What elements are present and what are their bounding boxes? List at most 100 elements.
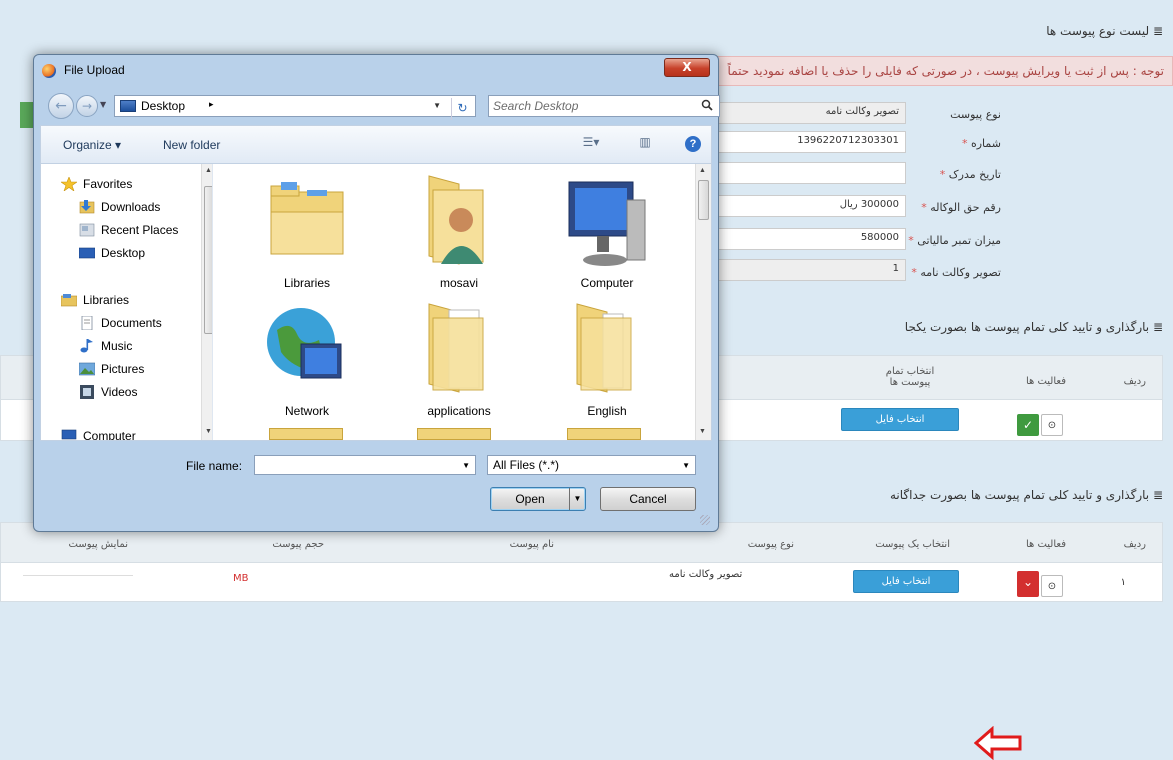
th-row-number: ردیف [1123, 539, 1146, 550]
folder-icon [417, 428, 491, 440]
scroll-up-arrow-icon[interactable]: ▲ [205, 167, 212, 174]
scroll-down-arrow-icon[interactable]: ▼ [699, 428, 706, 435]
address-row: ← → ▼ Desktop ▸ ▼ ↻ [42, 93, 720, 120]
pictures-icon [79, 362, 95, 376]
th-size: حجم پیوست [272, 539, 324, 550]
dialog-footer: File name: ▼ All Files (*.*) ▼ Open ▼ Ca… [40, 441, 712, 527]
section-title-separate-upload: ≣ بارگذاری و تایید کلی تمام پیوست ها بصو… [889, 488, 1163, 502]
file-name-dropdown-icon[interactable]: ▼ [462, 461, 470, 470]
scroll-down-arrow-icon[interactable]: ▼ [205, 428, 212, 435]
file-list-scroll-thumb[interactable] [698, 180, 709, 220]
close-button[interactable]: X [664, 58, 710, 77]
refresh-button[interactable]: ↻ [451, 98, 473, 120]
upload-icon[interactable]: ⊙ [1041, 414, 1063, 436]
row-index: ۱ [1120, 577, 1126, 588]
file-upload-dialog: File Upload X ← → ▼ Desktop ▸ ▼ ↻ Organi… [33, 54, 720, 532]
file-list: Libraries mosavi Computer Network applic… [217, 164, 697, 440]
star-icon [61, 177, 77, 191]
section-title-bulk-upload: ≣ بارگذاری و تایید کلی تمام پیوست ها بصو… [904, 320, 1163, 334]
th-activities: فعالیت ها [1025, 539, 1066, 550]
red-arrow-icon [974, 726, 1022, 760]
file-type-filter-value: All Files (*.*) [493, 458, 560, 472]
sidebar-scroll-thumb[interactable] [204, 186, 212, 334]
select-file-all-button[interactable]: انتخاب فایل [841, 408, 959, 431]
th-preview: نمایش پیوست [68, 539, 129, 550]
dialog-toolbar: Organize ▾ New folder ☰▾ ▥ ? [40, 125, 712, 163]
approve-icon[interactable]: ✓ [1017, 414, 1039, 436]
sidebar-scrollbar[interactable]: ▲ ▼ [201, 164, 212, 440]
form-input-image-count[interactable]: 1 [718, 259, 906, 281]
address-location[interactable]: Desktop [141, 99, 185, 113]
recent-locations-dropdown[interactable]: ▼ [100, 100, 106, 109]
file-item-computer[interactable]: Computer [537, 172, 677, 302]
folder-icon [428, 303, 484, 393]
search-icon[interactable] [701, 99, 713, 111]
form-label-fee: رقم حق الوکاله * [921, 201, 1001, 214]
computer-icon [61, 429, 77, 440]
forward-button[interactable]: → [76, 95, 98, 117]
row-size: MB [233, 573, 249, 584]
th-activities: فعالیت ها [1025, 376, 1066, 387]
section-title-attachment-types: ≣ لیست نوع پیوست ها [1046, 24, 1163, 38]
file-name-input[interactable] [258, 457, 454, 473]
form-input-fee[interactable]: 300000 ریال [718, 195, 906, 217]
notice-alert: توجه : پس از ثبت یا ویرایش پیوست ، در صو… [700, 56, 1173, 86]
file-browser: Favorites Downloads Recent Places Deskto… [40, 163, 712, 441]
file-type-dropdown-icon[interactable]: ▼ [682, 461, 690, 470]
file-name-field[interactable]: ▼ [254, 455, 476, 475]
videos-icon [80, 385, 94, 399]
open-options-dropdown-icon[interactable]: ▼ [569, 488, 585, 510]
form-label-date: تاریخ مدرک * [939, 168, 1001, 181]
form-input-date[interactable] [718, 162, 906, 184]
upload-icon[interactable]: ⊙ [1041, 575, 1063, 597]
user-folder-icon [428, 175, 484, 265]
resize-grip-icon[interactable] [700, 515, 710, 525]
scroll-up-arrow-icon[interactable]: ▲ [699, 167, 706, 174]
dialog-titlebar[interactable]: File Upload X [34, 55, 718, 85]
form-input-stamp[interactable]: 580000 [718, 228, 906, 250]
file-item-mosavi[interactable]: mosavi [389, 172, 529, 302]
file-item-network[interactable]: Network [237, 300, 377, 430]
address-dropdown-icon[interactable]: ▼ [433, 101, 441, 110]
back-button[interactable]: ← [48, 93, 74, 119]
preview-pane-icon[interactable]: ▥ [635, 135, 655, 153]
desktop-icon [79, 247, 95, 259]
new-folder-button[interactable]: New folder [163, 138, 220, 152]
file-type-filter[interactable]: All Files (*.*) ▼ [487, 455, 696, 475]
file-item-english[interactable]: English [537, 300, 677, 430]
open-button[interactable]: Open ▼ [490, 487, 586, 511]
form-input-type[interactable]: تصویر وکالت نامه [718, 102, 906, 124]
search-box[interactable] [488, 95, 720, 117]
libraries-icon [61, 294, 77, 307]
address-bar[interactable]: Desktop ▸ ▼ ↻ [114, 95, 476, 120]
dialog-title: File Upload [64, 63, 125, 77]
folder-icon [269, 428, 343, 440]
th-name: نام پیوست [509, 539, 554, 550]
preview-placeholder [23, 575, 133, 576]
th-row-number: ردیف [1123, 376, 1146, 387]
folder-icon [576, 303, 632, 393]
form-label-image-count: تصویر وکالت نامه * [911, 266, 1001, 279]
file-item-libraries[interactable]: Libraries [237, 172, 377, 302]
organize-menu[interactable]: Organize ▾ [63, 138, 121, 152]
th-select-one: انتخاب یک پیوست [875, 539, 950, 550]
th-select-all: انتخاب تمام پیوست ها [885, 366, 935, 388]
address-separator[interactable]: ▸ [209, 99, 214, 110]
documents-icon [81, 316, 93, 330]
file-item-applications[interactable]: applications [389, 300, 529, 430]
music-icon [80, 339, 93, 353]
desktop-icon [120, 100, 136, 112]
form-label-number: شماره * [961, 137, 1001, 150]
navigation-pane: Favorites Downloads Recent Places Deskto… [41, 164, 213, 440]
file-list-scrollbar[interactable]: ▲ ▼ [695, 164, 711, 440]
cancel-button[interactable]: Cancel [600, 487, 696, 511]
search-input[interactable] [493, 98, 683, 114]
recent-places-icon [79, 223, 95, 237]
help-icon[interactable]: ? [685, 136, 701, 152]
status-icon[interactable]: ⌄ [1017, 571, 1039, 597]
select-file-row-button[interactable]: انتخاب فایل [853, 570, 959, 593]
open-button-label: Open [515, 492, 545, 506]
view-options-icon[interactable]: ☰▾ [581, 135, 601, 153]
network-icon [267, 308, 342, 379]
form-input-number[interactable]: 1396220712303301 [718, 131, 906, 153]
